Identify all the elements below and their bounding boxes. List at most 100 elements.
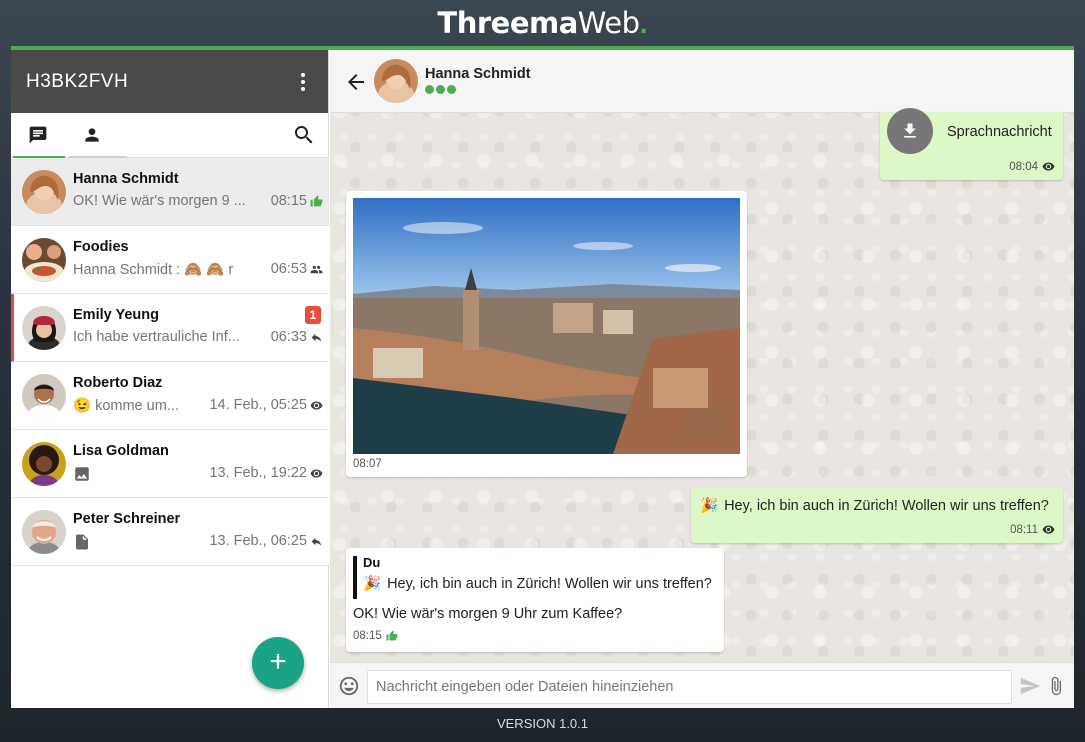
conversation-item[interactable]: Hanna Schmidt OK! Wie wär's morgen 9 ...…: [11, 158, 329, 226]
thumb-up-icon: [386, 630, 398, 641]
party-popper-emoji: 🎉: [700, 498, 719, 514]
message-composer: [330, 662, 1074, 708]
conversation-time-text: 06:33: [270, 329, 307, 345]
tab-conversations[interactable]: [11, 113, 65, 158]
group-icon: [310, 265, 323, 273]
conversation-name: Hanna Schmidt: [73, 171, 179, 187]
conversation-snippet: 😉 komme um...: [73, 398, 179, 414]
download-icon: [904, 123, 916, 138]
voice-message[interactable]: Sprachnachricht 08:04: [880, 108, 1063, 180]
message-time: 08:04: [1009, 160, 1038, 173]
conversation-item[interactable]: Foodies Hanna Schmidt : 🙈 🙈 r 06:53: [11, 226, 329, 294]
conversation-snippet: Hanna Schmidt : 🙈 🙈 r: [73, 262, 234, 278]
message-meta: 08:11: [1010, 523, 1055, 536]
conversation-time-text: 13. Feb., 06:25: [209, 533, 307, 549]
logo-part-threema: Threema: [437, 6, 578, 40]
conversation-time: 14. Feb., 05:25: [209, 397, 323, 413]
message-meta: 08:07: [353, 458, 382, 470]
conversation-time: 06:33: [271, 329, 323, 345]
conversation-time-text: 06:53: [270, 261, 307, 277]
version-label: VERSION 1.0.1: [496, 716, 589, 731]
message-text: 🎉 Hey, ich bin auch in Zürich! Wollen wi…: [700, 497, 1049, 515]
more-vert-icon[interactable]: [293, 70, 313, 94]
avatar: [22, 306, 66, 350]
chat-header: Hanna Schmidt: [330, 50, 1074, 113]
new-conversation-button[interactable]: +: [252, 637, 304, 689]
conversation-snippet: Ich habe vertrauliche Inf...: [73, 329, 240, 345]
avatar: [22, 442, 66, 486]
tab-contacts[interactable]: [65, 113, 119, 157]
zurich-photo[interactable]: [353, 198, 740, 454]
threema-web-logo: ThreemaWeb.: [0, 4, 1085, 42]
voice-message-label: Sprachnachricht: [947, 124, 1052, 140]
quote-author: Du: [363, 555, 381, 570]
quote-text: 🎉 Hey, ich bin auch in Zürich! Wollen wi…: [363, 575, 717, 593]
sidebar-header: H3BK2FVH: [11, 50, 328, 113]
quote-body: Hey, ich bin auch in Zürich! Wollen wir …: [387, 575, 712, 592]
avatar: [22, 374, 66, 418]
person-icon: [85, 128, 99, 142]
conversation-time-text: 08:15: [270, 193, 307, 209]
message-time: 08:15: [353, 630, 382, 642]
message-body: OK! Wie wär's morgen 9 Uhr zum Kaffee?: [353, 606, 623, 622]
conversation-time: 08:15: [271, 193, 323, 209]
arrow-back-icon[interactable]: [344, 70, 368, 94]
image-icon: [75, 467, 89, 481]
logo-part-web: Web: [577, 6, 640, 40]
conversation-time-text: 14. Feb., 05:25: [209, 397, 307, 413]
search-icon[interactable]: [292, 123, 316, 147]
conversation-time: 13. Feb., 06:25: [209, 533, 323, 549]
outgoing-text-message[interactable]: 🎉 Hey, ich bin auch in Zürich! Wollen wi…: [691, 487, 1063, 543]
message-time: 08:11: [1010, 523, 1038, 536]
logo-dot: .: [639, 8, 648, 40]
conversation-item[interactable]: Roberto Diaz 😉 komme um... 14. Feb., 05:…: [11, 362, 329, 430]
contact-avatar[interactable]: [374, 59, 418, 103]
download-button[interactable]: [887, 108, 933, 154]
conversation-name: Roberto Diaz: [73, 375, 163, 391]
send-icon[interactable]: [1019, 675, 1041, 697]
eye-icon: [310, 468, 323, 478]
attach-file-icon[interactable]: [1046, 674, 1066, 698]
avatar: [22, 170, 66, 214]
message-time: 08:07: [353, 458, 382, 470]
conversation-item[interactable]: Peter Schreiner 13. Feb., 06:25: [11, 498, 329, 566]
conversation-snippet: OK! Wie wär's morgen 9 ...: [73, 193, 246, 209]
conversation-name: Foodies: [73, 239, 129, 255]
my-threema-id: H3BK2FVH: [26, 70, 129, 92]
chat-list-icon: [29, 126, 47, 144]
chat-panel: Hanna Schmidt Sprachnachricht 08:04 08:0…: [330, 50, 1074, 708]
conversation-list: Hanna Schmidt OK! Wie wär's morgen 9 ...…: [11, 158, 329, 566]
conversation-name: Peter Schreiner: [73, 511, 181, 527]
conversation-name: Lisa Goldman: [73, 443, 169, 459]
avatar: [22, 238, 66, 282]
emoji-icon[interactable]: [338, 675, 360, 697]
party-popper-emoji: 🎉: [363, 576, 382, 592]
eye-icon: [1042, 525, 1055, 534]
conversation-time: 06:53: [271, 261, 323, 277]
sidebar-tabs: [11, 113, 328, 158]
image-message[interactable]: 08:07: [346, 191, 747, 477]
conversation-item[interactable]: Emily Yeung 1 Ich habe vertrauliche Inf.…: [11, 294, 329, 362]
message-meta: 08:04: [1009, 160, 1055, 173]
eye-icon: [1042, 162, 1055, 171]
eye-icon: [310, 400, 323, 410]
file-icon: [76, 534, 88, 550]
message-body: Hey, ich bin auch in Zürich! Wollen wir …: [724, 497, 1049, 514]
conversation-item[interactable]: Lisa Goldman 13. Feb., 19:22: [11, 430, 329, 498]
message-meta: 08:15: [353, 630, 398, 642]
incoming-quote-message[interactable]: Du 🎉 Hey, ich bin auch in Zürich! Wollen…: [346, 548, 724, 652]
conversation-time: 13. Feb., 19:22: [209, 465, 323, 481]
unread-badge: 1: [305, 306, 321, 324]
sidebar: H3BK2FVH Hanna Schmidt OK! Wie wär's mor…: [11, 50, 329, 708]
conversation-time-text: 13. Feb., 19:22: [209, 465, 307, 481]
verification-level-indicator: [425, 85, 456, 94]
app-window: H3BK2FVH Hanna Schmidt OK! Wie wär's mor…: [11, 46, 1074, 708]
reply-icon: [311, 537, 322, 546]
thumb-up-icon: [310, 195, 323, 206]
message-input[interactable]: [367, 670, 1012, 704]
conversation-name: Emily Yeung: [73, 307, 159, 323]
avatar: [22, 510, 66, 554]
reply-icon: [311, 333, 322, 342]
contact-name[interactable]: Hanna Schmidt: [425, 66, 531, 82]
quoted-message: Du 🎉 Hey, ich bin auch in Zürich! Wollen…: [353, 555, 717, 599]
